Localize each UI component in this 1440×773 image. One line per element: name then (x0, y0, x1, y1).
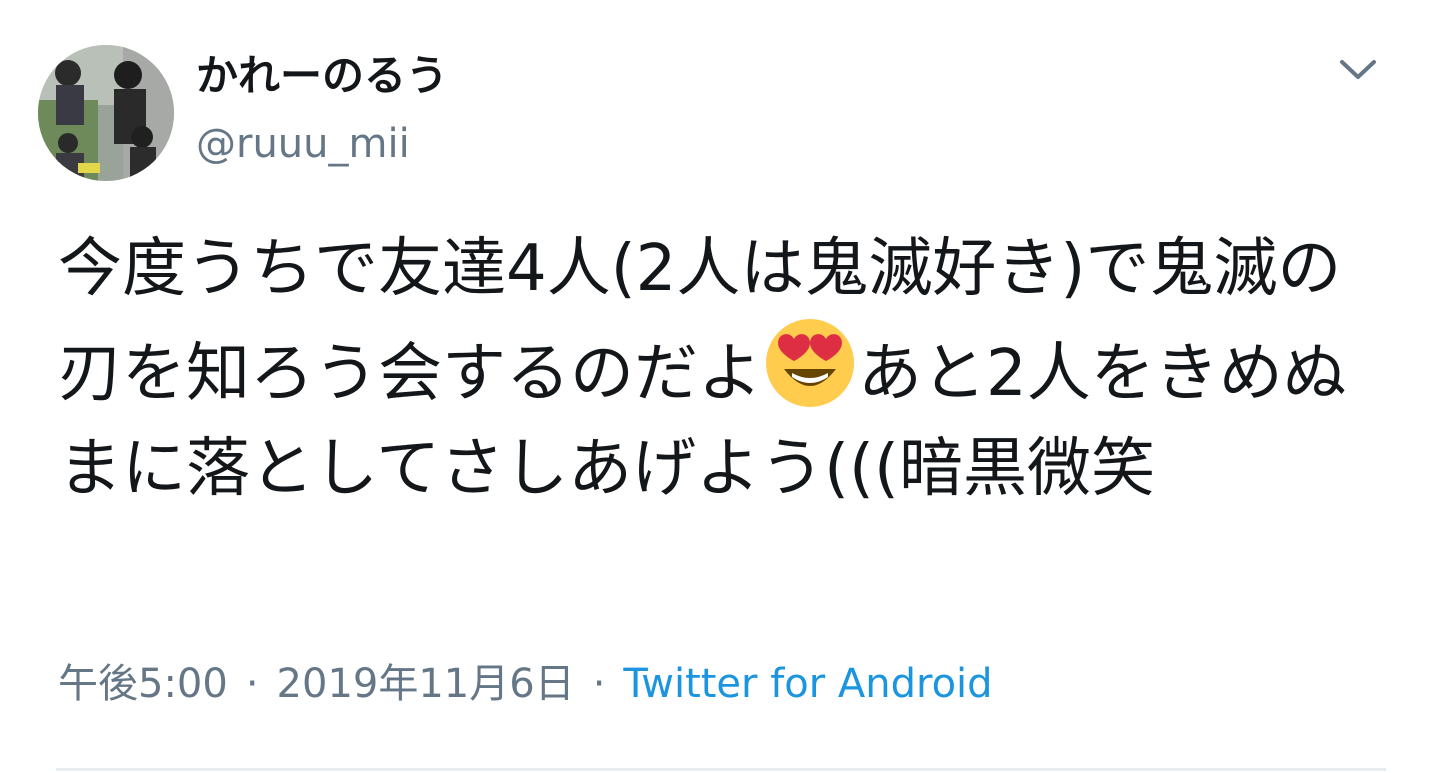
tweet-time: 午後5:00 (58, 661, 228, 707)
tweet-text: 今度うちで友達4人(2人は鬼滅好き)で鬼滅の刃を知ろう会するのだよ あと2人をき… (58, 222, 1388, 517)
tweet-meta: 午後5:00 · 2019年11月6日 · Twitter for Android (58, 656, 993, 712)
meta-separator: · (592, 661, 606, 707)
divider (56, 768, 1386, 771)
tweet-card: かれーのるう @ruuu_mii 今度うちで友達4人(2人は鬼滅好き)で鬼滅の刃… (0, 0, 1440, 773)
heart-eyes-emoji-icon (764, 317, 856, 409)
meta-separator: · (245, 661, 259, 707)
avatar-photo (38, 45, 174, 181)
user-handle[interactable]: @ruuu_mii (196, 118, 410, 170)
avatar[interactable] (38, 45, 174, 181)
chevron-down-icon[interactable] (1336, 50, 1380, 90)
tweet-source-link[interactable]: Twitter for Android (623, 661, 992, 707)
display-name[interactable]: かれーのるう (196, 48, 448, 104)
tweet-date: 2019年11月6日 (276, 661, 575, 707)
